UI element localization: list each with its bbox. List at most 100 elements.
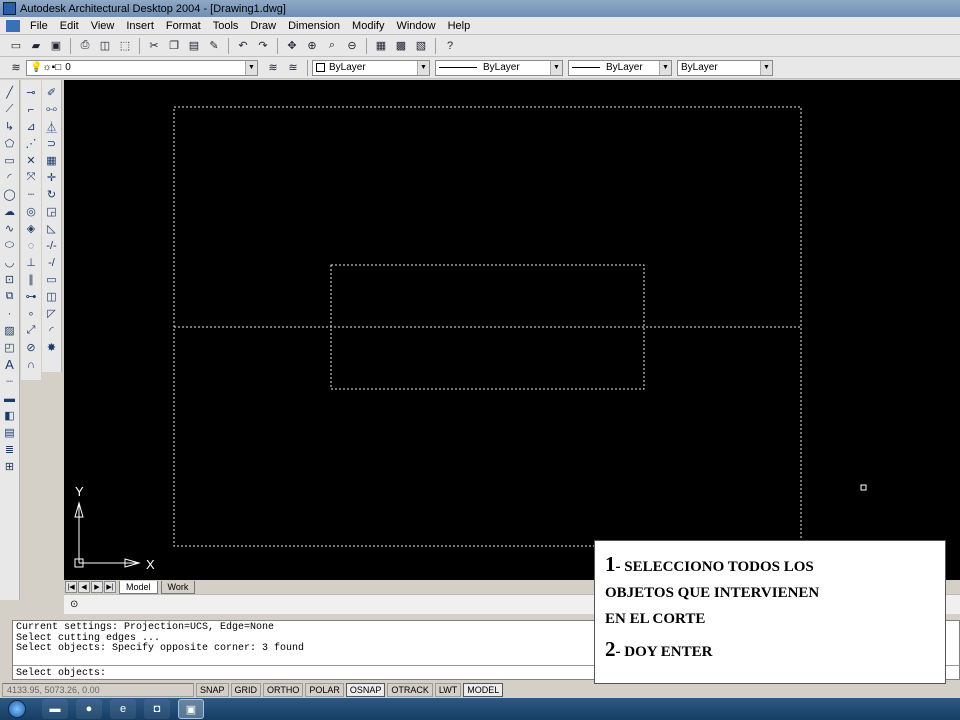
- match-properties-icon[interactable]: ✎: [206, 38, 222, 54]
- snap-nearest-icon[interactable]: ⤢: [23, 323, 39, 338]
- layer-dropdown[interactable]: 💡☼▪□ 0 ▼: [26, 59, 258, 76]
- menu-modify[interactable]: Modify: [346, 20, 390, 32]
- color-dropdown[interactable]: ByLayer ▼: [312, 59, 430, 76]
- pan-icon[interactable]: ✥: [284, 38, 300, 54]
- line-icon[interactable]: ╱: [2, 85, 18, 100]
- stair-icon[interactable]: ≣: [2, 442, 18, 457]
- snap-from-icon[interactable]: ⌐: [23, 102, 39, 117]
- construction-line-icon[interactable]: ⟋: [2, 102, 18, 117]
- offset-icon[interactable]: ⊃: [44, 136, 60, 151]
- make-object-layer-current-icon[interactable]: ≋: [265, 60, 281, 76]
- new-icon[interactable]: ▭: [8, 38, 24, 54]
- space-icon[interactable]: ⊞: [2, 459, 18, 474]
- door-icon[interactable]: ◧: [2, 408, 18, 423]
- office-icon[interactable]: ◘: [144, 699, 170, 719]
- plotstyle-dropdown[interactable]: ByLayer ▼: [677, 59, 773, 76]
- snap-center-icon[interactable]: ◎: [23, 204, 39, 219]
- menu-edit[interactable]: Edit: [54, 20, 85, 32]
- tool-palettes-icon[interactable]: ▧: [413, 38, 429, 54]
- paste-icon[interactable]: ▤: [186, 38, 202, 54]
- previous-tab-icon[interactable]: ◀: [78, 581, 90, 593]
- tab-work[interactable]: Work: [160, 580, 196, 594]
- erase-icon[interactable]: ✐: [44, 85, 60, 100]
- window-icon[interactable]: ▤: [2, 425, 18, 440]
- media-player-icon[interactable]: ●: [76, 699, 102, 719]
- layer-previous-icon[interactable]: ≊: [285, 60, 301, 76]
- next-tab-icon[interactable]: ▶: [91, 581, 103, 593]
- menu-tools[interactable]: Tools: [207, 20, 245, 32]
- make-block-icon[interactable]: ⧉: [2, 289, 18, 304]
- rectangle-icon[interactable]: ▭: [2, 153, 18, 168]
- snap-extension-icon[interactable]: ┄: [23, 187, 39, 202]
- point-icon[interactable]: ·: [2, 306, 18, 321]
- ortho-toggle[interactable]: ORTHO: [263, 683, 304, 697]
- fillet-icon[interactable]: ◜: [44, 323, 60, 338]
- tab-model[interactable]: Model: [119, 580, 158, 594]
- ellipse-icon[interactable]: ⬭: [2, 238, 18, 253]
- insert-block-icon[interactable]: ⊡: [2, 272, 18, 287]
- chamfer-icon[interactable]: ◸: [44, 306, 60, 321]
- rotate-icon[interactable]: ↻: [44, 187, 60, 202]
- snap-none-icon[interactable]: ⊘: [23, 340, 39, 355]
- menu-draw[interactable]: Draw: [244, 20, 282, 32]
- extend-icon[interactable]: -/: [44, 255, 60, 270]
- hatch-icon[interactable]: ▨: [2, 323, 18, 338]
- snap-endpoint-icon[interactable]: ⊿: [23, 119, 39, 134]
- document-icon[interactable]: [6, 19, 20, 32]
- properties-icon[interactable]: ▦: [373, 38, 389, 54]
- layer-manager-icon[interactable]: ≋: [8, 60, 24, 76]
- mtext-icon[interactable]: A: [2, 357, 18, 372]
- snap-toggle[interactable]: SNAP: [196, 683, 229, 697]
- save-icon[interactable]: ▣: [48, 38, 64, 54]
- menu-dimension[interactable]: Dimension: [282, 20, 346, 32]
- open-icon[interactable]: ▰: [28, 38, 44, 54]
- otrack-toggle[interactable]: OTRACK: [387, 683, 433, 697]
- autocad-icon[interactable]: ▣: [178, 699, 204, 719]
- cut-icon[interactable]: ✂: [146, 38, 162, 54]
- lineweight-dropdown[interactable]: ByLayer ▼: [568, 59, 672, 76]
- array-icon[interactable]: ▦: [44, 153, 60, 168]
- snap-tangent-icon[interactable]: ◌: [23, 238, 39, 253]
- design-center-icon[interactable]: ▩: [393, 38, 409, 54]
- arc-icon[interactable]: ◜: [2, 170, 18, 185]
- stretch-icon[interactable]: ◺: [44, 221, 60, 236]
- linetype-dropdown[interactable]: ByLayer ▼: [435, 59, 563, 76]
- menu-insert[interactable]: Insert: [120, 20, 160, 32]
- explode-icon[interactable]: ✸: [44, 340, 60, 355]
- osnap-toggle[interactable]: OSNAP: [345, 683, 386, 697]
- polygon-icon[interactable]: ⬠: [2, 136, 18, 151]
- snap-insert-icon[interactable]: ⊶: [23, 289, 39, 304]
- break-at-point-icon[interactable]: ▭: [44, 272, 60, 287]
- region-icon[interactable]: ◰: [2, 340, 18, 355]
- model-toggle[interactable]: MODEL: [463, 683, 504, 697]
- menu-window[interactable]: Window: [390, 20, 441, 32]
- zoom-realtime-icon[interactable]: ⊕: [304, 38, 320, 54]
- last-tab-icon[interactable]: ▶|: [104, 581, 116, 593]
- break-icon[interactable]: ◫: [44, 289, 60, 304]
- copy-icon[interactable]: ❐: [166, 38, 182, 54]
- move-icon[interactable]: ✛: [44, 170, 60, 185]
- undo-icon[interactable]: ↶: [235, 38, 251, 54]
- ellipse-arc-icon[interactable]: ◡: [2, 255, 18, 270]
- snap-parallel-icon[interactable]: ∥: [23, 272, 39, 287]
- wall-icon[interactable]: ▬: [2, 391, 18, 406]
- temporary-tracking-icon[interactable]: ⊸: [23, 85, 39, 100]
- snap-intersection-icon[interactable]: ✕: [23, 153, 39, 168]
- publish-icon[interactable]: ⬚: [117, 38, 133, 54]
- scale-icon[interactable]: ◲: [44, 204, 60, 219]
- spline-icon[interactable]: ∿: [2, 221, 18, 236]
- snap-apparent-intersection-icon[interactable]: ⤧: [23, 170, 39, 185]
- polyline-icon[interactable]: ↳: [2, 119, 18, 134]
- zoom-previous-icon[interactable]: ⊖: [344, 38, 360, 54]
- help-icon[interactable]: ?: [442, 38, 458, 54]
- first-tab-icon[interactable]: |◀: [65, 581, 77, 593]
- lwt-toggle[interactable]: LWT: [434, 683, 462, 697]
- menu-help[interactable]: Help: [442, 20, 477, 32]
- snap-quadrant-icon[interactable]: ◈: [23, 221, 39, 236]
- start-button[interactable]: [0, 698, 34, 720]
- menu-view[interactable]: View: [85, 20, 121, 32]
- snap-perpendicular-icon[interactable]: ⊥: [23, 255, 39, 270]
- redo-icon[interactable]: ↷: [255, 38, 271, 54]
- menu-format[interactable]: Format: [160, 20, 207, 32]
- windows-explorer-icon[interactable]: ▬: [42, 699, 68, 719]
